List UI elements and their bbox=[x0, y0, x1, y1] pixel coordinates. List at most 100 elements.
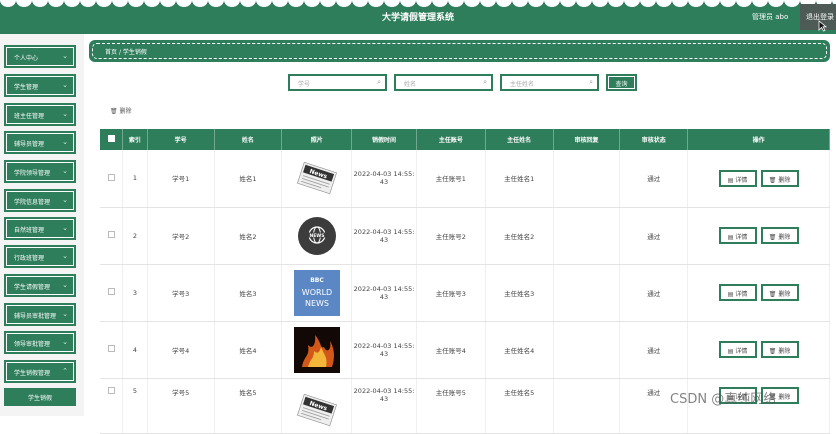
chevron-down-icon: ⌄ bbox=[62, 252, 68, 260]
student-id-cell: 学号4 bbox=[147, 321, 215, 379]
news-globe-icon: NEWS bbox=[293, 212, 340, 259]
sidebar-item-personal-center[interactable]: 个人中心 ⌄ bbox=[4, 45, 76, 68]
row-checkbox[interactable] bbox=[107, 288, 115, 295]
sidebar-item-leave-return[interactable]: 学生销假管理 ⌃ bbox=[4, 360, 76, 383]
director-name-cell: 主任姓名2 bbox=[485, 207, 554, 265]
bulk-delete-button[interactable]: 🗑 删除 bbox=[110, 106, 132, 115]
detail-button[interactable]: ▤ 详情 bbox=[718, 169, 757, 187]
return-time-cell: 2022-04-03 14:55: 43 bbox=[351, 321, 417, 379]
review-status-cell: 通过 bbox=[619, 264, 689, 322]
photo-cell: NEWS bbox=[281, 207, 353, 265]
bbc-world-news-icon: BBC WORLD NEWS bbox=[293, 269, 340, 316]
student-id-cell: 学号3 bbox=[147, 264, 215, 322]
sidebar-item-head-teachers[interactable]: 班主任管理 ⌄ bbox=[4, 103, 76, 126]
sidebar-item-label: 行政班管理 bbox=[14, 255, 45, 262]
row-checkbox[interactable] bbox=[107, 173, 115, 181]
query-button[interactable]: 查询 bbox=[606, 74, 637, 91]
select-all-header[interactable] bbox=[100, 129, 124, 150]
trash-icon: 🗑 bbox=[768, 234, 777, 241]
row-checkbox[interactable] bbox=[107, 386, 115, 394]
sidebar-item-admin-class[interactable]: 行政班管理 ⌄ bbox=[4, 245, 76, 268]
name-cell: 姓名5 bbox=[214, 378, 283, 434]
review-reply-cell bbox=[553, 378, 621, 434]
sidebar-item-label: 学生管理 bbox=[14, 84, 39, 91]
column-header: 学号 bbox=[147, 129, 215, 150]
student-id-search-input[interactable]: 学号 ⌕ bbox=[288, 74, 387, 91]
detail-button[interactable]: ▤ 详情 bbox=[718, 284, 757, 301]
row-select-cell[interactable] bbox=[100, 150, 124, 208]
table-row: 2 学号2 姓名2 NEWS 2022-04-03 14:55: 43 主任账号2 主任姓名2… bbox=[100, 207, 830, 265]
search-icon: ⌕ bbox=[483, 78, 487, 86]
delete-button[interactable]: 🗑 删除 bbox=[760, 169, 799, 187]
delete-button[interactable]: 🗑 删除 bbox=[760, 341, 799, 358]
sidebar-item-counselor-approval[interactable]: 辅导员审批管理 ⌄ bbox=[4, 303, 76, 326]
sidebar-item-college-info[interactable]: 学院信息管理 ⌄ bbox=[4, 189, 76, 212]
breadcrumb-inner: 首页 / 学生销假 bbox=[92, 43, 827, 59]
return-time-seconds: 43 bbox=[379, 349, 389, 358]
column-header: 审核状态 bbox=[619, 129, 689, 150]
delete-button[interactable]: 🗑 删除 bbox=[760, 284, 799, 301]
director-name-search-input[interactable]: 主任姓名 ⌕ bbox=[500, 74, 599, 91]
chevron-down-icon: ⌄ bbox=[62, 110, 68, 118]
sidebar-item-counselors[interactable]: 辅导员管理 ⌄ bbox=[4, 131, 76, 154]
search-icon: ⌕ bbox=[377, 78, 381, 86]
sidebar-subitem-leave-return[interactable]: 学生销假 bbox=[4, 388, 76, 406]
director-account-cell: 主任账号5 bbox=[416, 378, 486, 434]
document-icon: ▤ bbox=[727, 234, 734, 241]
detail-label: 详情 bbox=[735, 234, 748, 241]
photo-cell: BBC WORLD NEWS bbox=[281, 264, 353, 322]
index-cell: 5 bbox=[122, 378, 148, 434]
sidebar-item-leave-requests[interactable]: 学生请假管理 ⌄ bbox=[4, 274, 76, 297]
select-all-checkbox[interactable] bbox=[107, 135, 115, 142]
sidebar-item-leader-approval[interactable]: 领导审批管理 ⌄ bbox=[4, 331, 76, 354]
director-account-cell: 主任账号3 bbox=[416, 264, 486, 322]
row-checkbox[interactable] bbox=[107, 231, 115, 238]
column-header: 姓名 bbox=[214, 129, 283, 150]
director-name-cell: 主任姓名4 bbox=[485, 321, 554, 379]
column-header: 操作 bbox=[687, 129, 830, 150]
detail-button[interactable]: ▤ 详情 bbox=[718, 227, 757, 244]
sidebar-item-label: 领导审批管理 bbox=[14, 341, 51, 348]
review-status-cell: 通过 bbox=[619, 150, 689, 208]
chevron-down-icon: ⌄ bbox=[62, 167, 68, 175]
row-select-cell[interactable] bbox=[100, 378, 124, 434]
sidebar-item-college-leaders[interactable]: 学院领导管理 ⌄ bbox=[4, 160, 76, 183]
row-select-cell[interactable] bbox=[100, 321, 124, 379]
actions-cell: ▤ 详情 🗑 删除 bbox=[687, 150, 830, 208]
sidebar-item-label: 个人中心 bbox=[14, 55, 39, 62]
sidebar-item-natural-class[interactable]: 自然班管理 ⌄ bbox=[4, 217, 76, 240]
index-cell: 4 bbox=[122, 321, 148, 379]
sidebar: 个人中心 ⌄ 学生管理 ⌄ 班主任管理 ⌄ 辅导员管理 ⌄ 学院领导管理 ⌄ 学院信息管理… bbox=[0, 34, 84, 416]
chevron-down-icon: ⌄ bbox=[62, 224, 68, 232]
news-paper-icon: News bbox=[293, 386, 340, 433]
sidebar-item-students[interactable]: 学生管理 ⌄ bbox=[4, 74, 76, 97]
detail-label: 详情 bbox=[735, 176, 748, 184]
name-search-input[interactable]: 姓名 ⌕ bbox=[394, 74, 493, 91]
delete-button[interactable]: 🗑 删除 bbox=[760, 227, 799, 244]
student-id-cell: 学号2 bbox=[147, 207, 215, 265]
director-account-cell: 主任账号2 bbox=[416, 207, 486, 265]
sidebar-item-label: 学生请假管理 bbox=[14, 284, 51, 291]
search-icon: ⌕ bbox=[589, 78, 593, 86]
document-icon: ▤ bbox=[727, 291, 734, 298]
breadcrumb-home[interactable]: 首页 bbox=[105, 49, 117, 56]
chevron-down-icon: ⌄ bbox=[62, 52, 68, 60]
row-select-cell[interactable] bbox=[100, 207, 124, 265]
return-time-date: 2022-04-03 14:55: bbox=[353, 386, 415, 395]
document-icon: ▤ bbox=[727, 176, 734, 184]
delete-label: 删除 bbox=[778, 291, 791, 298]
return-time-cell: 2022-04-03 14:55: 43 bbox=[351, 150, 417, 208]
admin-label: 管理员 abo bbox=[752, 13, 789, 21]
chevron-down-icon: ⌄ bbox=[62, 310, 68, 318]
return-time-date: 2022-04-03 14:55: bbox=[353, 227, 415, 236]
scallop-decoration bbox=[0, 0, 836, 7]
row-select-cell[interactable] bbox=[100, 264, 124, 322]
review-status-cell: 通过 bbox=[619, 207, 689, 265]
detail-button[interactable]: ▤ 详情 bbox=[718, 341, 757, 358]
return-time-cell: 2022-04-03 14:55: 43 bbox=[351, 207, 417, 265]
actions-cell: ▤ 详情 🗑 删除 bbox=[687, 264, 830, 322]
document-icon: ▤ bbox=[727, 348, 734, 355]
row-checkbox[interactable] bbox=[107, 345, 115, 352]
actions-cell: ▤ 详情 🗑 删除 bbox=[687, 321, 830, 379]
chevron-down-icon: ⌄ bbox=[62, 196, 68, 204]
